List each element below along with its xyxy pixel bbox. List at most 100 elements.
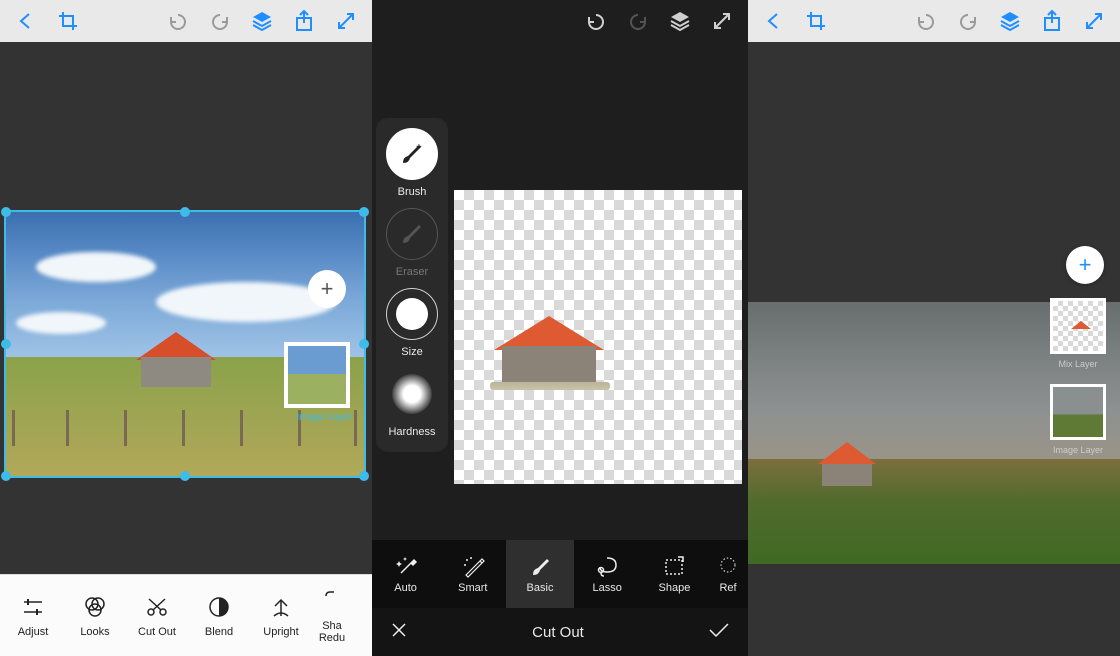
cutout-icon bbox=[145, 594, 169, 620]
tab-looks[interactable]: Looks bbox=[64, 594, 126, 638]
redo-button[interactable] bbox=[950, 3, 986, 39]
smart-icon bbox=[462, 554, 484, 578]
selected-image[interactable]: + Image Layer bbox=[4, 210, 366, 478]
pane-right: + Mix Layer Image Layer bbox=[748, 0, 1120, 656]
cutout-canvas[interactable] bbox=[454, 190, 742, 484]
tab-label: Smart bbox=[458, 582, 487, 594]
undo-button[interactable] bbox=[160, 3, 196, 39]
undo-button[interactable] bbox=[578, 3, 614, 39]
crop-button[interactable] bbox=[798, 3, 834, 39]
refine-icon bbox=[718, 554, 738, 578]
tab-label: Shape bbox=[659, 582, 691, 594]
auto-icon bbox=[395, 554, 417, 578]
lasso-icon bbox=[596, 554, 618, 578]
tool-size[interactable] bbox=[386, 288, 438, 340]
tab-label: Auto bbox=[394, 582, 417, 594]
redo-button[interactable] bbox=[202, 3, 238, 39]
shake-icon bbox=[322, 588, 342, 614]
tab-auto[interactable]: Auto bbox=[372, 540, 439, 608]
tool-label: Hardness bbox=[388, 426, 435, 438]
layers-button[interactable] bbox=[662, 3, 698, 39]
svg-text:+: + bbox=[416, 142, 422, 153]
confirm-button[interactable] bbox=[708, 622, 730, 643]
blend-icon bbox=[208, 594, 230, 620]
tool-label: Eraser bbox=[396, 266, 428, 278]
titlebar-center: Cut Out bbox=[372, 608, 748, 656]
resize-handle[interactable] bbox=[359, 207, 369, 217]
share-button[interactable] bbox=[1034, 3, 1070, 39]
resize-handle[interactable] bbox=[1, 339, 11, 349]
tool-label: Brush bbox=[398, 186, 427, 198]
tab-basic[interactable]: Basic bbox=[506, 540, 573, 608]
tab-label: Basic bbox=[527, 582, 554, 594]
tab-smart[interactable]: Smart bbox=[439, 540, 506, 608]
screen-title: Cut Out bbox=[532, 624, 584, 641]
tool-brush[interactable]: + bbox=[386, 128, 438, 180]
crop-button[interactable] bbox=[50, 3, 86, 39]
resize-handle[interactable] bbox=[1, 207, 11, 217]
resize-handle[interactable] bbox=[180, 471, 190, 481]
share-button[interactable] bbox=[286, 3, 322, 39]
bottom-tabbar-center: Auto Smart Basic Lasso Shape Ref bbox=[372, 540, 748, 608]
tool-label: Size bbox=[401, 346, 422, 358]
upright-icon bbox=[270, 594, 292, 620]
house-graphic bbox=[136, 332, 216, 387]
resize-handle[interactable] bbox=[359, 339, 369, 349]
layer-thumb-image[interactable]: Image Layer bbox=[1050, 384, 1106, 440]
topbar-right bbox=[748, 0, 1120, 42]
tab-label: Looks bbox=[80, 626, 109, 638]
resize-handle[interactable] bbox=[359, 471, 369, 481]
layers-button[interactable] bbox=[992, 3, 1028, 39]
tab-blend[interactable]: Blend bbox=[188, 594, 250, 638]
tab-shake-reduce[interactable]: Sha Redu bbox=[312, 588, 352, 644]
tab-upright[interactable]: Upright bbox=[250, 594, 312, 638]
tab-label: Sha Redu bbox=[312, 620, 352, 644]
back-button[interactable] bbox=[756, 3, 792, 39]
tab-shape[interactable]: Shape bbox=[641, 540, 708, 608]
tool-hardness[interactable] bbox=[386, 368, 438, 420]
layer-thumbnail-label: Image Layer bbox=[296, 412, 352, 423]
layers-button[interactable] bbox=[244, 3, 280, 39]
looks-icon bbox=[83, 594, 107, 620]
undo-button[interactable] bbox=[908, 3, 944, 39]
tab-label: Blend bbox=[205, 626, 233, 638]
tab-refine[interactable]: Ref bbox=[708, 540, 748, 608]
resize-handle[interactable] bbox=[180, 207, 190, 217]
tool-column: + Brush Eraser Size Hardness bbox=[376, 118, 448, 452]
bottom-tabbar-left: Adjust Looks Cut Out Blend Upright Sha R… bbox=[0, 574, 372, 656]
add-layer-button[interactable]: + bbox=[1066, 246, 1104, 284]
tab-cutout[interactable]: Cut Out bbox=[126, 594, 188, 638]
back-button[interactable] bbox=[8, 3, 44, 39]
redo-button[interactable] bbox=[620, 3, 656, 39]
cutout-house-graphic bbox=[494, 310, 604, 390]
adjust-icon bbox=[21, 594, 45, 620]
topbar-center bbox=[372, 0, 748, 42]
tab-label: Upright bbox=[263, 626, 298, 638]
layer-label: Image Layer bbox=[1049, 445, 1107, 455]
pane-center: + Brush Eraser Size Hardness Auto Smart … bbox=[372, 0, 748, 656]
canvas-area-left[interactable]: + Image Layer bbox=[0, 42, 372, 574]
layer-thumbnail[interactable] bbox=[284, 342, 350, 408]
tab-label: Ref bbox=[719, 582, 736, 594]
fullscreen-button[interactable] bbox=[1076, 3, 1112, 39]
fullscreen-button[interactable] bbox=[704, 3, 740, 39]
tab-lasso[interactable]: Lasso bbox=[574, 540, 641, 608]
tab-label: Lasso bbox=[593, 582, 622, 594]
pane-left: + Image Layer Adjust Looks Cut Out bbox=[0, 0, 372, 656]
tab-adjust[interactable]: Adjust bbox=[2, 594, 64, 638]
cancel-button[interactable] bbox=[390, 621, 408, 644]
add-layer-button[interactable]: + bbox=[308, 270, 346, 308]
resize-handle[interactable] bbox=[1, 471, 11, 481]
layer-label: Mix Layer bbox=[1049, 359, 1107, 369]
layer-thumb-mix[interactable]: Mix Layer bbox=[1050, 298, 1106, 354]
placed-house-graphic bbox=[818, 442, 876, 486]
fullscreen-button[interactable] bbox=[328, 3, 364, 39]
shape-icon bbox=[663, 554, 685, 578]
tab-label: Cut Out bbox=[138, 626, 176, 638]
canvas-area-right[interactable]: + Mix Layer Image Layer bbox=[748, 42, 1120, 656]
basic-icon bbox=[529, 554, 551, 578]
tab-label: Adjust bbox=[18, 626, 49, 638]
topbar-left bbox=[0, 0, 372, 42]
tool-eraser[interactable] bbox=[386, 208, 438, 260]
canvas-area-center: + Brush Eraser Size Hardness bbox=[372, 42, 748, 540]
